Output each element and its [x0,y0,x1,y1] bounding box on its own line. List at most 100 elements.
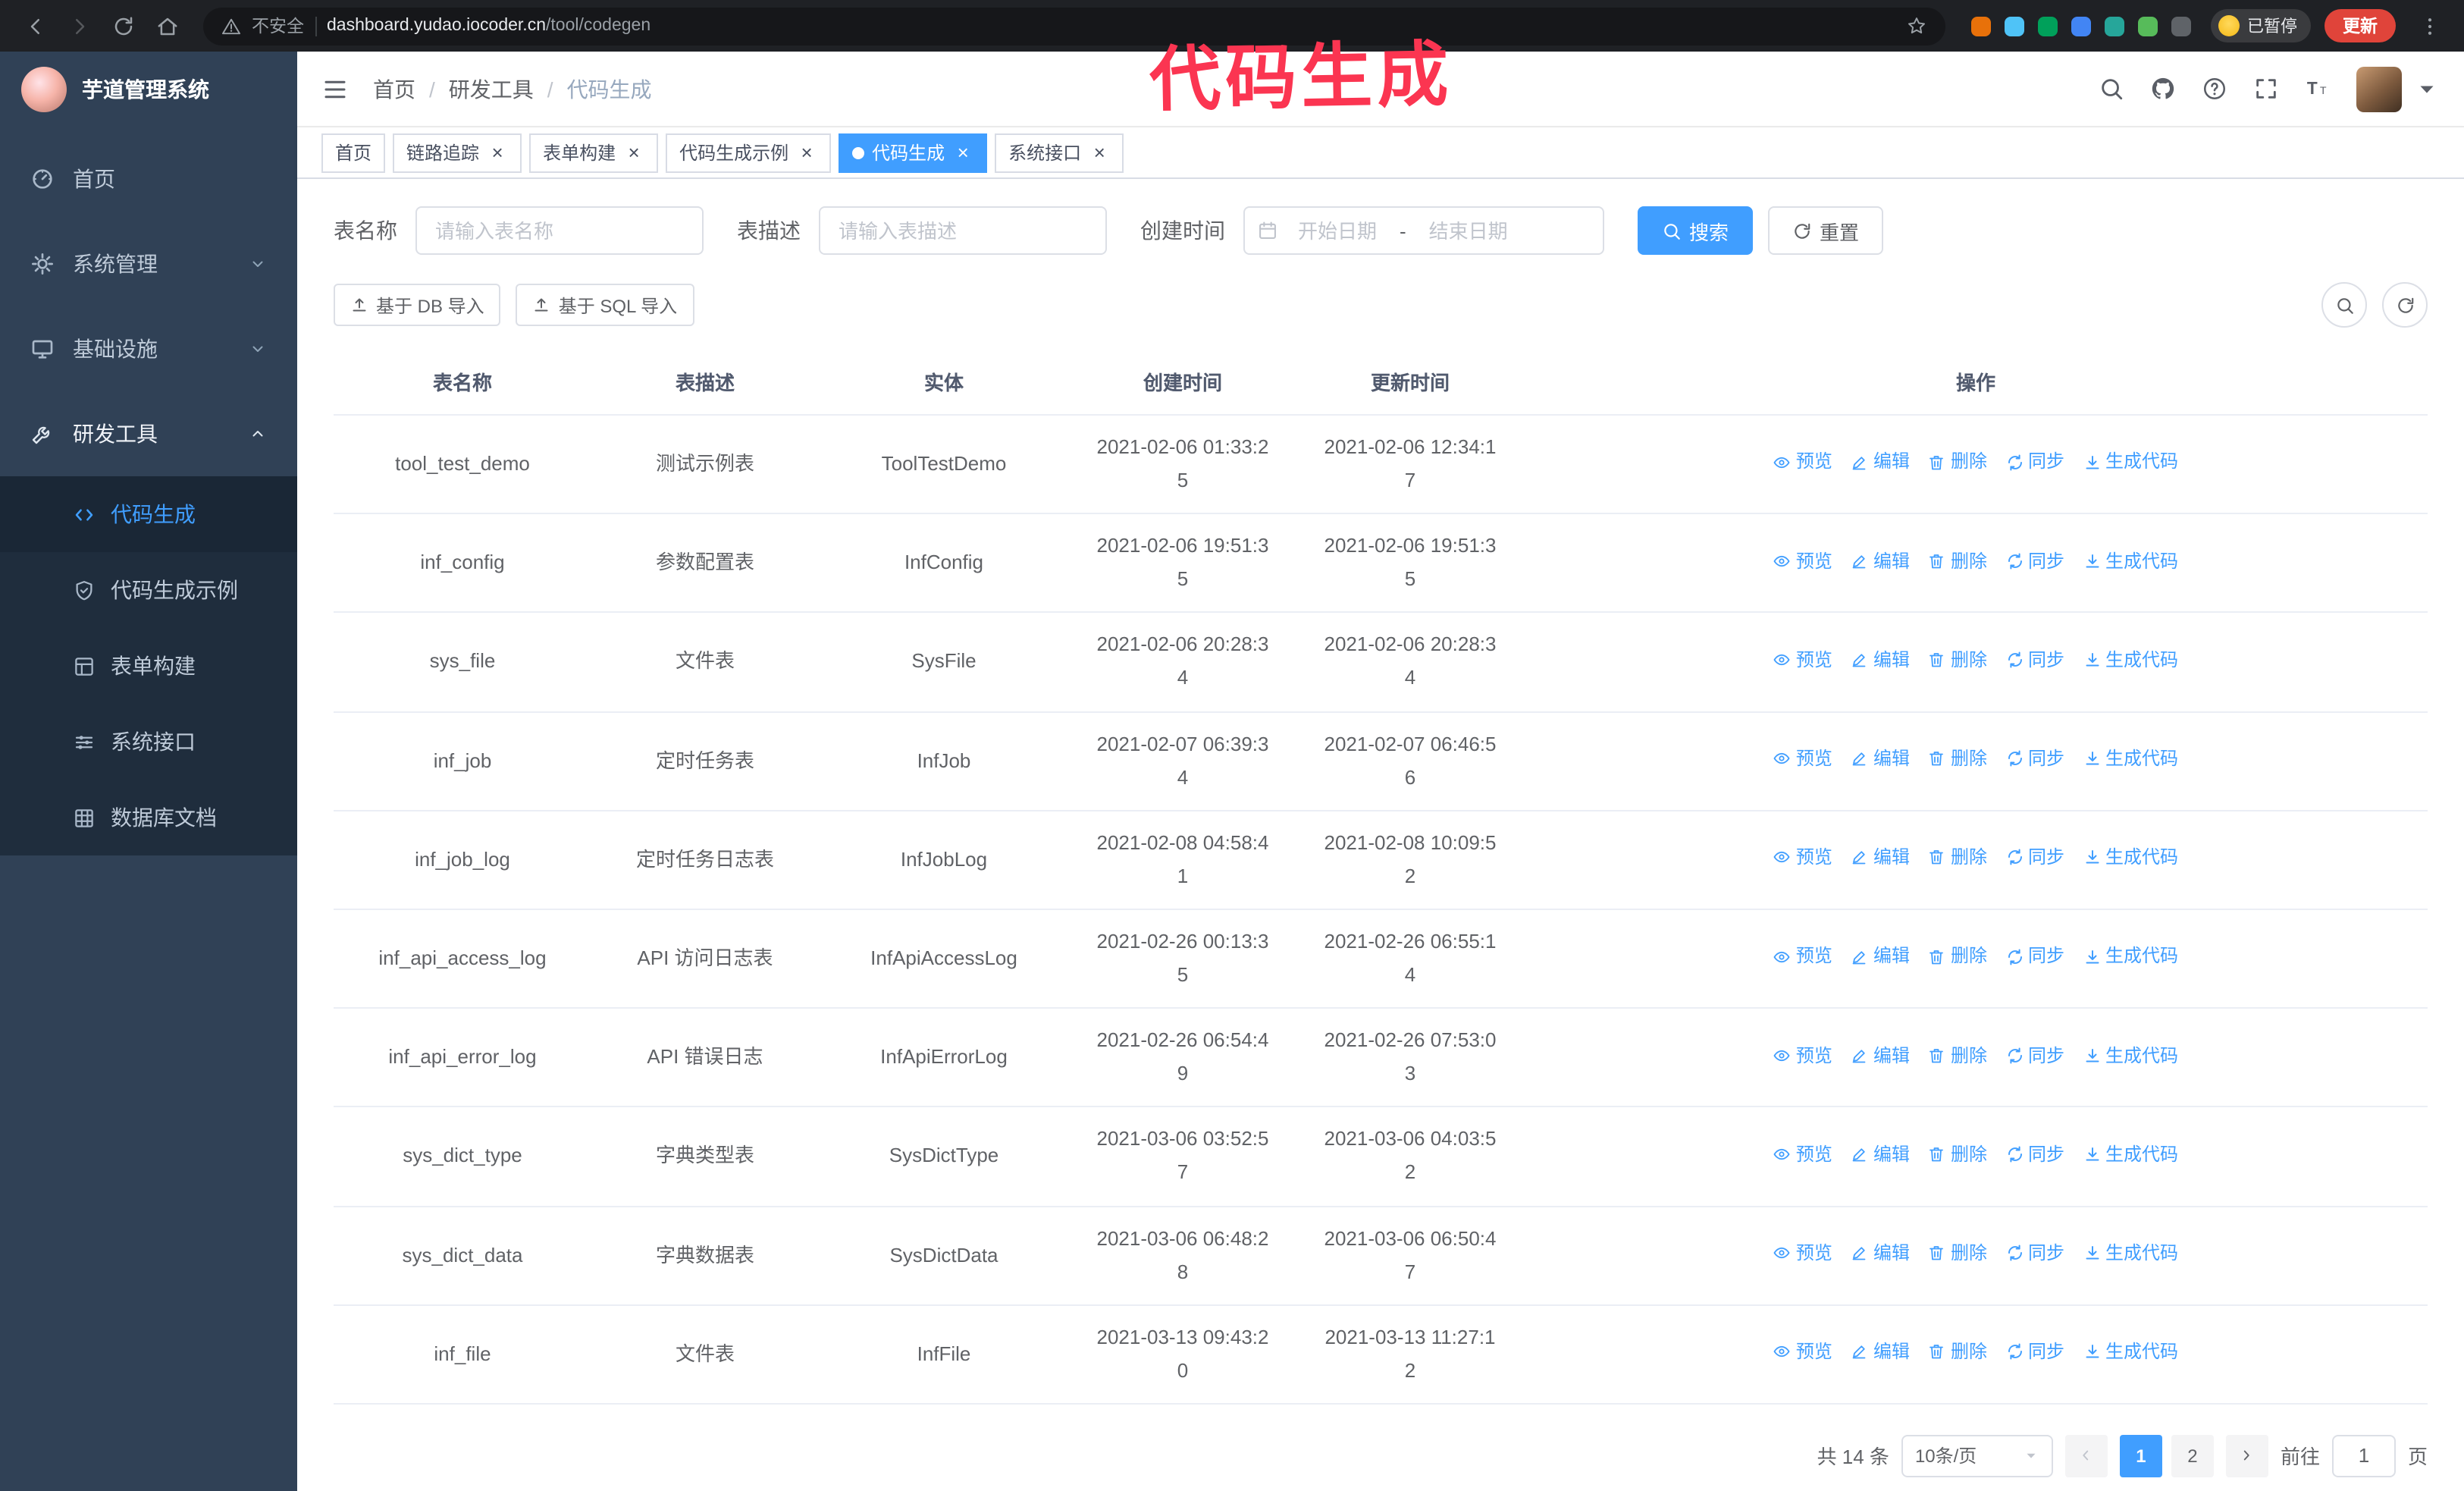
action-preview[interactable]: 预览 [1773,1040,1832,1071]
action-delete[interactable]: 删除 [1928,842,1987,873]
action-generate[interactable]: 生成代码 [2083,645,2178,676]
action-delete[interactable]: 删除 [1928,1336,1987,1367]
extension-icon-5[interactable] [2105,16,2124,36]
tab-close-icon[interactable]: × [487,142,508,163]
next-page-button[interactable] [2225,1434,2268,1477]
page-button-2[interactable]: 2 [2171,1434,2214,1477]
action-sync[interactable]: 同步 [2005,545,2064,576]
prev-page-button[interactable] [2064,1434,2108,1477]
action-preview[interactable]: 预览 [1773,447,1832,478]
action-sync[interactable]: 同步 [2005,743,2064,774]
github-icon[interactable] [2150,76,2176,102]
action-generate[interactable]: 生成代码 [2083,1139,2178,1170]
action-edit[interactable]: 编辑 [1851,941,1910,972]
browser-menu-button[interactable] [2409,6,2449,46]
tab-trace[interactable]: 链路追踪 × [393,133,522,172]
page-button-1[interactable]: 1 [2119,1434,2162,1477]
table-desc-input[interactable] [819,206,1107,255]
create-time-range-picker[interactable]: - [1243,206,1604,255]
sidebar-item-devtools[interactable]: 研发工具 [0,391,297,476]
import-sql-button[interactable]: 基于 SQL 导入 [516,284,694,326]
action-edit[interactable]: 编辑 [1851,1336,1910,1367]
action-sync[interactable]: 同步 [2005,1139,2064,1170]
action-edit[interactable]: 编辑 [1851,645,1910,676]
action-preview[interactable]: 预览 [1773,645,1832,676]
breadcrumb-item[interactable]: 研发工具 [449,74,534,104]
action-preview[interactable]: 预览 [1773,1139,1832,1170]
action-sync[interactable]: 同步 [2005,842,2064,873]
action-generate[interactable]: 生成代码 [2083,842,2178,873]
action-generate[interactable]: 生成代码 [2083,1336,2178,1367]
profile-chip[interactable]: 已暂停 [2211,9,2311,42]
tab-close-icon[interactable]: × [952,142,973,163]
tab-close-icon[interactable]: × [796,142,817,163]
sidebar-subitem-db-doc[interactable]: 数据库文档 [0,780,297,855]
help-icon[interactable] [2202,76,2227,102]
extension-icon-6[interactable] [2138,16,2158,36]
sidebar-subitem-codegen[interactable]: 代码生成 [0,476,297,552]
sidebar-item-system[interactable]: 系统管理 [0,221,297,306]
sidebar-subitem-form-builder[interactable]: 表单构建 [0,628,297,704]
browser-back-button[interactable] [15,6,55,46]
breadcrumb-item[interactable]: 首页 [373,74,415,104]
action-delete[interactable]: 删除 [1928,743,1987,774]
font-size-icon[interactable]: TT [2305,76,2331,102]
action-edit[interactable]: 编辑 [1851,1040,1910,1071]
action-generate[interactable]: 生成代码 [2083,545,2178,576]
search-button[interactable]: 搜索 [1638,206,1754,255]
fullscreen-icon[interactable] [2253,76,2279,102]
action-delete[interactable]: 删除 [1928,645,1987,676]
action-sync[interactable]: 同步 [2005,1238,2064,1269]
extension-icon-4[interactable] [2071,16,2091,36]
action-generate[interactable]: 生成代码 [2083,447,2178,478]
action-generate[interactable]: 生成代码 [2083,743,2178,774]
action-edit[interactable]: 编辑 [1851,1139,1910,1170]
table-name-input[interactable] [415,206,704,255]
hamburger-icon[interactable] [321,75,349,102]
extension-icon-1[interactable] [1971,16,1991,36]
sidebar-subitem-codegen-example[interactable]: 代码生成示例 [0,552,297,628]
sidebar-subitem-system-api[interactable]: 系统接口 [0,704,297,780]
bookmark-star-icon[interactable] [1906,15,1927,36]
action-edit[interactable]: 编辑 [1851,1238,1910,1269]
action-delete[interactable]: 删除 [1928,1238,1987,1269]
address-bar[interactable]: 不安全 dashboard.yudao.iocoder.cn/tool/code… [203,7,1945,45]
page-size-select[interactable]: 10条/页 [1901,1434,2053,1477]
action-sync[interactable]: 同步 [2005,645,2064,676]
tab-close-icon[interactable]: × [1089,142,1110,163]
extension-icon-3[interactable] [2038,16,2058,36]
browser-home-button[interactable] [147,6,187,46]
action-delete[interactable]: 删除 [1928,545,1987,576]
refresh-table-button[interactable] [2382,282,2428,328]
goto-page-input[interactable] [2331,1434,2396,1477]
action-preview[interactable]: 预览 [1773,743,1832,774]
action-preview[interactable]: 预览 [1773,842,1832,873]
extension-icon-7[interactable] [2171,16,2191,36]
action-edit[interactable]: 编辑 [1851,545,1910,576]
end-date-input[interactable] [1413,219,1523,242]
avatar-caret-icon[interactable] [2414,76,2440,102]
extension-icon-2[interactable] [2005,16,2024,36]
action-preview[interactable]: 预览 [1773,1336,1832,1367]
action-delete[interactable]: 删除 [1928,941,1987,972]
header-search-icon[interactable] [2099,76,2124,102]
action-sync[interactable]: 同步 [2005,1040,2064,1071]
sidebar-item-home[interactable]: 首页 [0,137,297,221]
reset-button[interactable]: 重置 [1768,206,1884,255]
action-delete[interactable]: 删除 [1928,1040,1987,1071]
action-sync[interactable]: 同步 [2005,941,2064,972]
toggle-search-button[interactable] [2321,282,2367,328]
action-delete[interactable]: 删除 [1928,447,1987,478]
user-avatar[interactable] [2356,66,2402,111]
tab-codegen-example[interactable]: 代码生成示例 × [666,133,832,172]
action-delete[interactable]: 删除 [1928,1139,1987,1170]
import-db-button[interactable]: 基于 DB 导入 [334,284,501,326]
action-edit[interactable]: 编辑 [1851,842,1910,873]
browser-reload-button[interactable] [103,6,143,46]
tab-form-builder[interactable]: 表单构建 × [529,133,659,172]
action-generate[interactable]: 生成代码 [2083,1238,2178,1269]
browser-update-button[interactable]: 更新 [2324,9,2396,42]
start-date-input[interactable] [1283,219,1392,242]
browser-forward-button[interactable] [59,6,99,46]
action-generate[interactable]: 生成代码 [2083,1040,2178,1071]
